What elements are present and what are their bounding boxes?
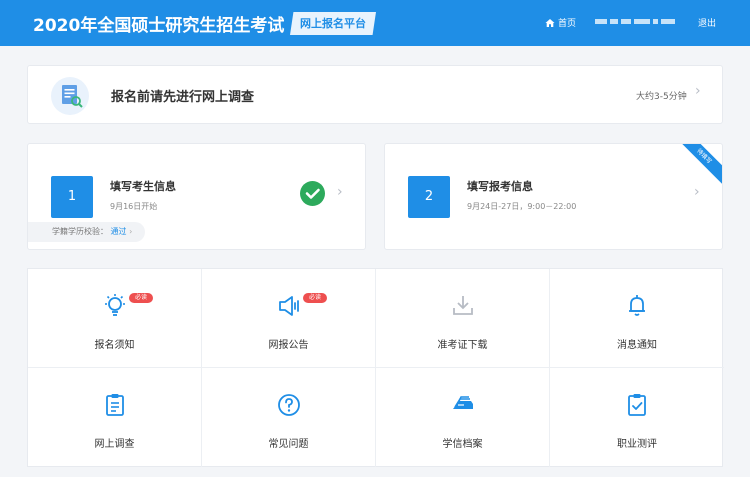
archive-icon	[453, 396, 473, 409]
tile-career-assessment[interactable]: 职业测评	[550, 368, 724, 467]
tile-label: 报名须知	[94, 340, 135, 351]
question-icon	[278, 394, 300, 416]
survey-title: 报名前请先进行网上调查	[111, 90, 255, 105]
platform-tag: 网上报名平台	[290, 12, 376, 35]
step-card-2[interactable]: 2 填写报考信息 9月24日-27日，9:00－22:00 待填写 ›	[384, 143, 723, 250]
step-card-1[interactable]: 1 填写考生信息 9月16日开始 › 学籍学历校验： 通过 ›	[27, 143, 366, 250]
education-check-result: 通过	[110, 227, 127, 236]
tile-announcements[interactable]: 必读 网报公告	[202, 269, 376, 368]
must-read-badge: 必读	[303, 293, 327, 303]
step-subtitle: 9月24日-27日，9:00－22:00	[467, 202, 577, 211]
chevron-right-icon: ›	[695, 83, 701, 99]
tile-label: 消息通知	[617, 340, 657, 351]
download-icon	[453, 296, 473, 315]
page-title: 2020年全国硕士研究生招生考试	[33, 16, 285, 36]
tile-faq[interactable]: 常见问题	[202, 368, 376, 467]
tile-admission-ticket-download[interactable]: 准考证下载	[376, 269, 550, 368]
tile-label: 常见问题	[268, 439, 309, 450]
home-label: 首页	[558, 19, 577, 29]
survey-banner[interactable]: 报名前请先进行网上调查 大约3-5分钟 ›	[27, 65, 723, 124]
home-link[interactable]: 首页	[545, 16, 576, 29]
tile-label: 网报公告	[268, 340, 309, 351]
education-check-label: 学籍学历校验：	[52, 227, 108, 236]
checklist-icon	[628, 394, 646, 416]
tile-online-survey[interactable]: 网上调查	[28, 368, 202, 467]
megaphone-icon	[279, 296, 299, 316]
survey-document-icon	[51, 77, 89, 115]
step-number: 2	[408, 176, 450, 218]
tile-notifications[interactable]: 消息通知	[550, 269, 724, 368]
user-info-redacted	[595, 19, 675, 24]
tile-chsi-archive[interactable]: 学信档案	[376, 368, 550, 467]
lightbulb-icon	[105, 294, 125, 316]
step-subtitle: 9月16日开始	[110, 202, 158, 211]
clipboard-icon	[106, 394, 124, 416]
home-icon	[545, 18, 555, 27]
step-title: 填写考生信息	[110, 180, 176, 193]
education-check-status: 学籍学历校验： 通过 ›	[28, 222, 145, 242]
status-ribbon: 待填写	[671, 144, 722, 190]
chevron-right-icon: ›	[337, 184, 343, 200]
tile-registration-notice[interactable]: 必读 报名须知	[28, 269, 202, 368]
tile-label: 学信档案	[442, 439, 483, 450]
service-grid: 必读 报名须知 必读 网报公告 准考证下载 消息通知 网上调查 常见问题 学信档…	[27, 268, 724, 467]
top-header: 2020年全国硕士研究生招生考试 网上报名平台 首页 退出	[0, 0, 750, 46]
checkmark-icon	[300, 181, 325, 206]
must-read-badge: 必读	[129, 293, 153, 303]
tile-label: 网上调查	[94, 439, 135, 450]
tile-label: 准考证下载	[437, 340, 488, 351]
tile-label: 职业测评	[617, 439, 657, 450]
step-number: 1	[51, 176, 93, 218]
survey-duration: 大约3-5分钟	[636, 92, 687, 102]
chevron-right-icon: ›	[694, 184, 700, 200]
chevron-right-icon: ›	[129, 227, 133, 236]
step-title: 填写报考信息	[467, 180, 533, 193]
logout-link[interactable]: 退出	[698, 16, 716, 29]
bell-icon	[629, 295, 645, 316]
